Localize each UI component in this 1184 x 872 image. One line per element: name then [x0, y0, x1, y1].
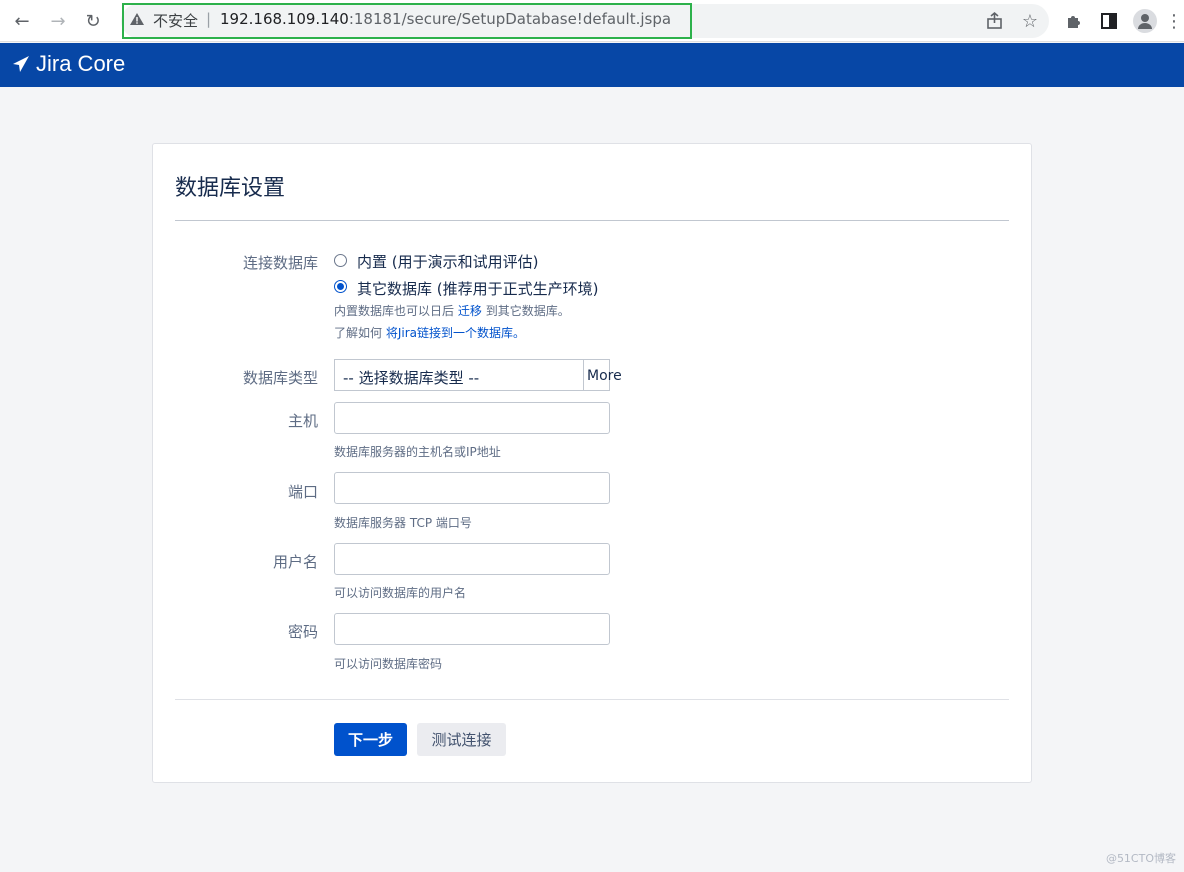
url-host: 192.168.109.140 [220, 10, 349, 28]
title-divider [175, 220, 1009, 221]
username-label: 用户名 [272, 553, 318, 571]
connect-hint-prefix: 了解如何 [334, 326, 383, 340]
insecure-label[interactable]: 不安全 [153, 10, 198, 31]
db-type-select[interactable]: -- 选择数据库类型 -- [334, 359, 584, 391]
reload-icon[interactable]: ↻ [81, 9, 105, 33]
url-path: :18181/secure/SetupDatabase!default.jspa [348, 10, 672, 28]
host-input[interactable] [334, 402, 610, 434]
host-hint: 数据库服务器的主机名或IP地址 [334, 445, 501, 459]
db-type-more-label[interactable]: More [587, 368, 622, 384]
password-label: 密码 [287, 623, 318, 641]
share-icon[interactable] [984, 10, 1006, 32]
connect-hint: 了解如何 将Jira链接到一个数据库。 [334, 324, 525, 341]
footer-divider [175, 699, 1009, 700]
port-hint: 数据库服务器 TCP 端口号 [334, 516, 472, 530]
watermark: @51CTO博客 [1105, 852, 1176, 865]
setup-card [152, 143, 1032, 783]
warning-icon [130, 13, 144, 25]
radio-other-db-label[interactable]: 其它数据库 (推荐用于正式生产环境) [357, 278, 598, 299]
jira-header [0, 43, 1184, 87]
host-label: 主机 [287, 412, 318, 430]
extensions-puzzle-icon[interactable] [1063, 10, 1085, 32]
username-input[interactable] [334, 543, 610, 575]
profile-avatar-icon[interactable] [1133, 9, 1157, 33]
radio-other-db[interactable] [334, 280, 347, 293]
url-text[interactable]: 192.168.109.140:18181/secure/SetupDataba… [220, 10, 671, 28]
connect-jira-link[interactable]: 将Jira链接到一个数据库。 [386, 326, 525, 340]
bookmark-star-icon[interactable]: ☆ [1019, 10, 1041, 32]
radio-builtin-label[interactable]: 内置 (用于演示和试用评估) [357, 251, 538, 272]
password-hint: 可以访问数据库密码 [334, 657, 443, 671]
forward-arrow-icon[interactable]: → [46, 9, 70, 33]
browser-menu-icon[interactable]: ⋮ [1163, 10, 1184, 32]
page-title: 数据库设置 [175, 176, 286, 201]
url-separator: | [206, 10, 212, 28]
password-input[interactable] [334, 613, 610, 645]
migrate-hint-suffix: 到其它数据库。 [485, 304, 570, 318]
product-name[interactable]: Jira Core [36, 51, 125, 77]
migrate-link[interactable]: 迁移 [458, 304, 482, 318]
side-panel-icon[interactable] [1098, 10, 1120, 32]
connect-db-label: 连接数据库 [242, 254, 318, 272]
migrate-hint: 内置数据库也可以日后 迁移 到其它数据库。 [334, 302, 570, 319]
port-label: 端口 [287, 483, 318, 501]
test-connection-button[interactable]: 测试连接 [417, 723, 506, 756]
next-button[interactable]: 下一步 [334, 723, 407, 756]
username-hint: 可以访问数据库的用户名 [334, 586, 467, 600]
migrate-hint-prefix: 内置数据库也可以日后 [334, 304, 455, 318]
db-type-label: 数据库类型 [242, 369, 318, 387]
jira-logo-icon[interactable] [12, 55, 30, 73]
radio-builtin[interactable] [334, 254, 347, 267]
port-input[interactable] [334, 472, 610, 504]
back-arrow-icon[interactable]: ← [10, 9, 34, 33]
